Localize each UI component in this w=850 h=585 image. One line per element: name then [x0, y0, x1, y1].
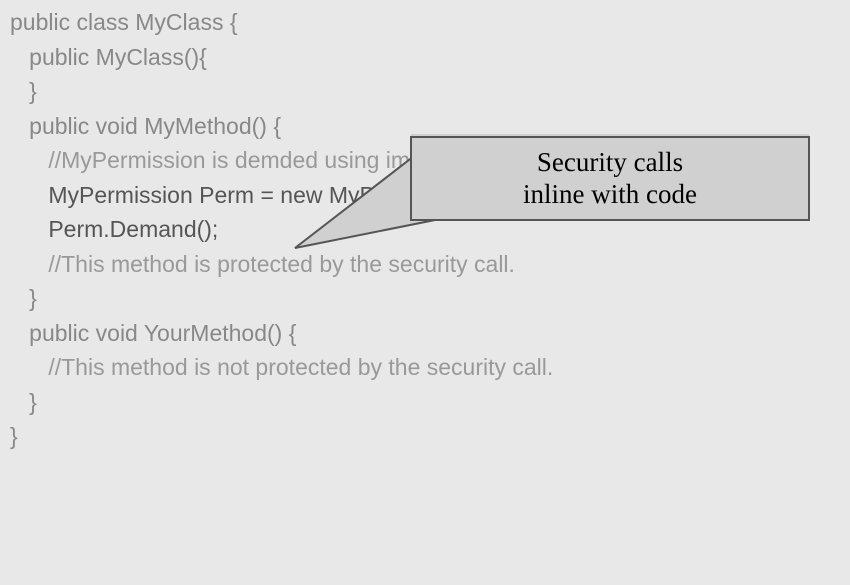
- code-line: }: [10, 385, 840, 420]
- callout-text-line: Security calls: [426, 146, 794, 178]
- code-line: }: [10, 419, 840, 454]
- code-line: public void YourMethod() {: [10, 316, 840, 351]
- callout-annotation: Security calls inline with code: [410, 136, 810, 221]
- callout-text-line: inline with code: [426, 178, 794, 210]
- callout-box: Security calls inline with code: [410, 136, 810, 221]
- code-comment-line: //This method is not protected by the se…: [10, 350, 840, 385]
- code-line: }: [10, 281, 840, 316]
